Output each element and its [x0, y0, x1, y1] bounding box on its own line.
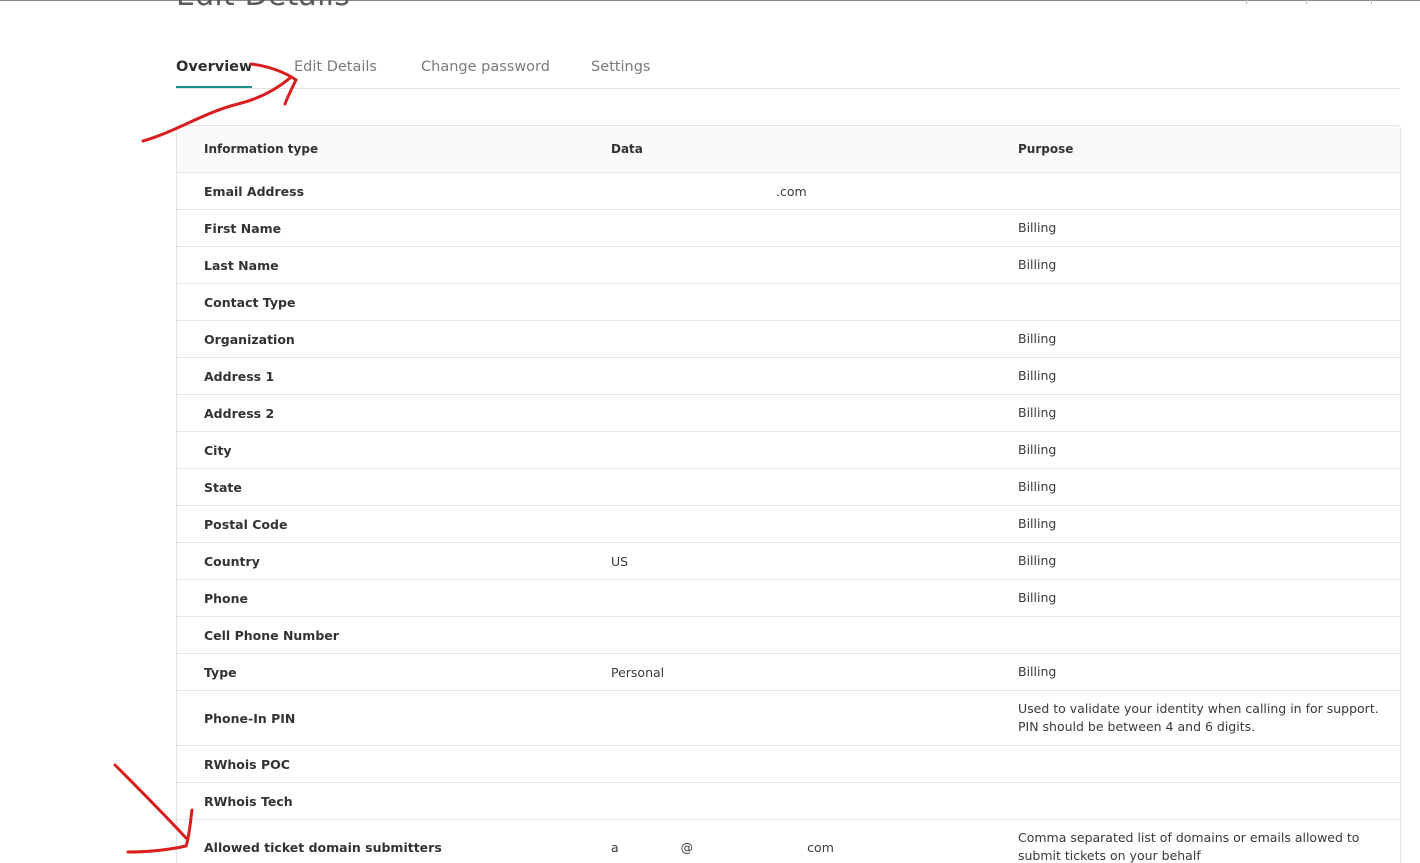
row-data-part: a	[611, 839, 619, 855]
table-row-postal-code: Postal Code Billing	[177, 506, 1400, 543]
row-data: Personal	[611, 664, 665, 680]
row-data	[611, 469, 1011, 505]
row-type: Cell Phone Number	[204, 627, 339, 643]
top-tick	[1306, 0, 1307, 4]
table-row-country: Country US Billing	[177, 543, 1400, 580]
row-data	[611, 746, 1011, 782]
table-row-phone: Phone Billing	[177, 580, 1400, 617]
table-row-city: City Billing	[177, 432, 1400, 469]
table-row-type: Type Personal Billing	[177, 654, 1400, 691]
row-type: Address 2	[204, 405, 275, 421]
row-purpose: Billing	[1018, 331, 1057, 346]
purpose-line: Comma separated list of domains or email…	[1018, 830, 1360, 845]
purpose-line: submit tickets on your behalf	[1018, 848, 1201, 863]
top-tick	[1371, 0, 1372, 4]
row-purpose: Billing	[1018, 516, 1057, 531]
row-data	[611, 321, 1011, 357]
tab-change-password[interactable]: Change password	[421, 59, 550, 86]
table-row-contact-type: Contact Type	[177, 284, 1400, 321]
row-data	[611, 247, 1011, 283]
account-page: Edit Details Overview Edit Details Chang…	[0, 0, 1420, 863]
row-data	[611, 783, 1011, 819]
table-row-first-name: First Name Billing	[177, 210, 1400, 247]
row-purpose: Comma separated list of domains or email…	[1018, 820, 1388, 863]
row-data-part: com	[807, 839, 834, 855]
row-purpose	[1018, 617, 1388, 653]
table-row-cell-phone: Cell Phone Number	[177, 617, 1400, 654]
row-purpose: Billing	[1018, 257, 1057, 272]
row-purpose	[1018, 173, 1388, 209]
row-purpose: Billing	[1018, 590, 1057, 605]
row-type: Last Name	[204, 257, 279, 273]
tab-overview[interactable]: Overview	[176, 59, 253, 88]
info-table: Information type Data Purpose Email Addr…	[176, 125, 1401, 863]
row-data	[611, 506, 1011, 542]
row-purpose: Billing	[1018, 220, 1057, 235]
tab-settings[interactable]: Settings	[591, 59, 650, 86]
table-row-rwhois-tech: RWhois Tech	[177, 783, 1400, 820]
row-data	[611, 210, 1011, 246]
row-type: Organization	[204, 331, 295, 347]
row-purpose: Billing	[1018, 368, 1057, 383]
row-data: US	[611, 553, 629, 569]
table-row-phone-in-pin: Phone-In PIN Used to validate your ident…	[177, 691, 1400, 746]
row-purpose	[1018, 746, 1388, 782]
row-data	[611, 395, 1011, 431]
row-type: RWhois Tech	[204, 793, 293, 809]
tab-edit-details[interactable]: Edit Details	[294, 59, 377, 86]
purpose-multiline: Used to validate your identity when call…	[1018, 700, 1379, 736]
row-data-part: @	[680, 839, 694, 855]
row-purpose	[1018, 284, 1388, 320]
row-purpose: Billing	[1018, 479, 1057, 494]
row-data	[611, 284, 1011, 320]
row-purpose: Billing	[1018, 405, 1057, 420]
row-type: Postal Code	[204, 516, 288, 532]
table-row-address-1: Address 1 Billing	[177, 358, 1400, 395]
row-type: Country	[204, 553, 260, 569]
header-data: Data	[611, 142, 643, 156]
header-information-type: Information type	[204, 142, 319, 156]
row-type: Phone-In PIN	[204, 710, 296, 726]
row-purpose	[1018, 783, 1388, 819]
table-row-email: Email Address .com	[177, 173, 1400, 210]
row-purpose: Billing	[1018, 553, 1057, 568]
row-type: Type	[204, 664, 237, 680]
row-type: Allowed ticket domain submitters	[204, 839, 442, 855]
row-data	[611, 358, 1011, 394]
table-row-last-name: Last Name Billing	[177, 247, 1400, 284]
row-type: Contact Type	[204, 294, 296, 310]
top-tick	[1246, 0, 1247, 4]
row-type: Phone	[204, 590, 249, 606]
table-header: Information type Data Purpose	[177, 126, 1400, 173]
row-type: City	[204, 442, 232, 458]
row-type: Address 1	[204, 368, 275, 384]
row-data	[611, 691, 1011, 745]
row-purpose: Billing	[1018, 442, 1057, 457]
table-row-state: State Billing	[177, 469, 1400, 506]
table-row-rwhois-poc: RWhois POC	[177, 746, 1400, 783]
purpose-multiline: Comma separated list of domains or email…	[1018, 829, 1359, 863]
purpose-line: PIN should be between 4 and 6 digits.	[1018, 719, 1256, 734]
row-type: First Name	[204, 220, 282, 236]
row-purpose: Used to validate your identity when call…	[1018, 691, 1388, 745]
table-row-organization: Organization Billing	[177, 321, 1400, 358]
header-purpose: Purpose	[1018, 142, 1074, 156]
row-data: .com	[611, 173, 1011, 209]
row-purpose: Billing	[1018, 664, 1057, 679]
purpose-line: Used to validate your identity when call…	[1018, 701, 1379, 716]
row-type: RWhois POC	[204, 756, 290, 772]
row-data: a @ com	[611, 820, 1011, 863]
row-data-text: .com	[776, 183, 807, 199]
table-row-allowed-submitters: Allowed ticket domain submitters a @ com…	[177, 820, 1400, 863]
page-title: Edit Details	[176, 0, 350, 13]
row-data	[611, 580, 1011, 616]
tab-bar: Overview Edit Details Change password Se…	[176, 52, 1400, 89]
row-type: State	[204, 479, 242, 495]
row-type: Email Address	[204, 183, 305, 199]
row-data	[611, 432, 1011, 468]
table-row-address-2: Address 2 Billing	[177, 395, 1400, 432]
row-data	[611, 617, 1011, 653]
